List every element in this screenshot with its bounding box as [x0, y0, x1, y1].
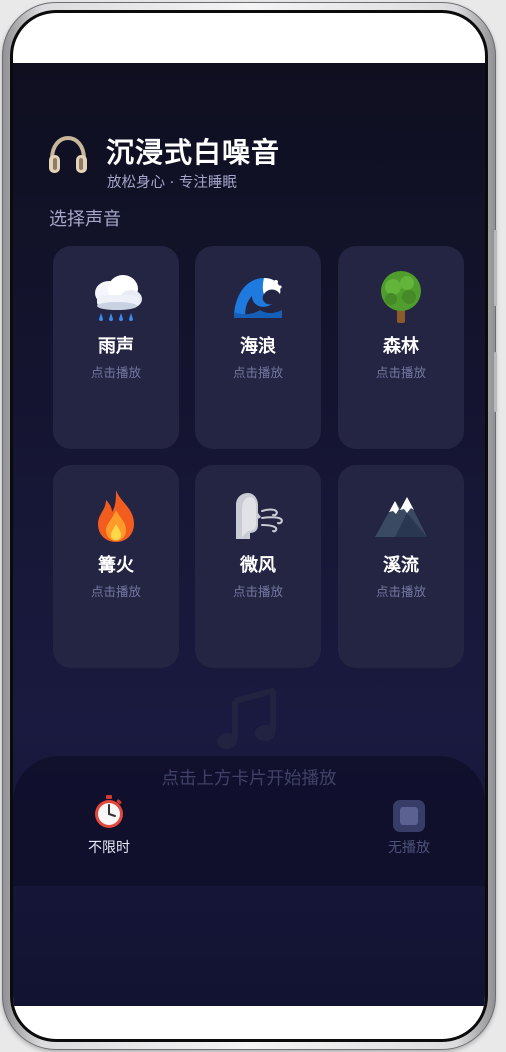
sound-card-campfire[interactable]: 篝火 点击播放	[53, 465, 179, 668]
sound-name: 海浪	[240, 336, 276, 357]
timer-label: 不限时	[88, 840, 130, 856]
wave-icon	[195, 266, 321, 328]
sound-name: 溪流	[383, 555, 419, 576]
sound-hint: 点击播放	[232, 584, 283, 599]
sound-card-rain[interactable]: 雨声 点击播放	[53, 246, 179, 449]
sound-name: 雨声	[98, 336, 134, 357]
sound-card-forest[interactable]: 森林 点击播放	[338, 246, 464, 449]
sound-name: 微风	[240, 555, 276, 576]
music-note-icon	[213, 683, 285, 755]
sound-hint: 点击播放	[375, 584, 426, 599]
timer-button[interactable]: 不限时	[69, 790, 149, 860]
sound-hint: 点击播放	[90, 584, 141, 599]
sound-name: 篝火	[98, 555, 134, 576]
sound-hint: 点击播放	[232, 365, 283, 380]
sound-hint: 点击播放	[90, 365, 141, 380]
tree-icon	[338, 266, 464, 328]
white-noise-app: 沉浸式白噪音 放松身心 · 专注睡眠 选择声音 雨声 点击播放 海浪 点击播放 …	[13, 63, 485, 1006]
sound-hint: 点击播放	[375, 365, 426, 380]
sound-name: 森林	[383, 336, 419, 357]
stop-icon	[393, 800, 425, 832]
mountain-icon	[338, 485, 464, 547]
bezel: 沉浸式白噪音 放松身心 · 专注睡眠 选择声音 雨声 点击播放 海浪 点击播放 …	[10, 10, 488, 1042]
rain-cloud-icon	[53, 266, 179, 328]
fire-icon	[53, 485, 179, 547]
side-button	[494, 230, 497, 306]
screen: 沉浸式白噪音 放松身心 · 专注睡眠 选择声音 雨声 点击播放 海浪 点击播放 …	[13, 13, 485, 1039]
empty-state-text: 点击上方卡片开始播放	[161, 769, 337, 789]
sound-card-breeze[interactable]: 微风 点击播放	[195, 465, 321, 668]
stopwatch-icon	[93, 794, 125, 830]
stop-button[interactable]: 无播放	[369, 790, 449, 860]
phone-frame: 沉浸式白噪音 放松身心 · 专注睡眠 选择声音 雨声 点击播放 海浪 点击播放 …	[2, 2, 497, 1050]
side-button	[494, 352, 497, 412]
wind-face-icon	[195, 485, 321, 547]
stop-label: 无播放	[388, 840, 430, 856]
sound-card-stream[interactable]: 溪流 点击播放	[338, 465, 464, 668]
sound-card-waves[interactable]: 海浪 点击播放	[195, 246, 321, 449]
